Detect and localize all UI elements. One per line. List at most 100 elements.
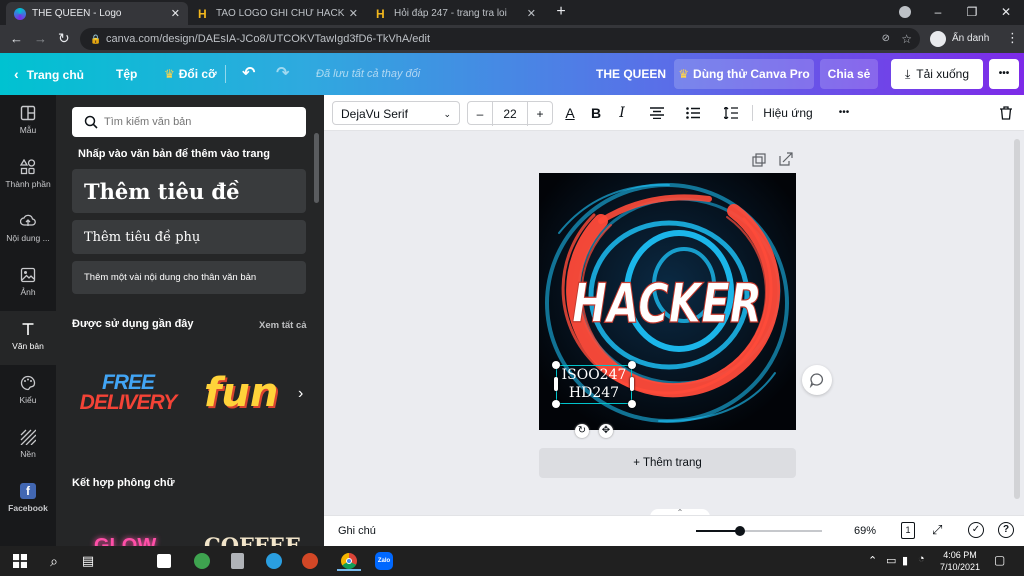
url-field[interactable]: 🔒 canva.com/design/DAEsIA-JCo8/UTCOKVTaw… (80, 28, 920, 50)
bold-button[interactable]: B (586, 101, 606, 125)
tray-battery-icon[interactable]: ▮ (902, 554, 908, 567)
rail-item-text[interactable]: Văn bản (0, 311, 56, 365)
rail-item-elements[interactable]: Thành phần (0, 149, 56, 203)
resize-button[interactable]: ♛ Đổi cỡ (164, 53, 217, 95)
chevron-right-icon[interactable]: › (298, 385, 303, 403)
browser-tab-active[interactable]: THE QUEEN - Logo ✕ (6, 2, 188, 25)
font-size-input[interactable]: 22 (492, 102, 528, 126)
add-body-text-button[interactable]: Thêm một vài nội dung cho thân văn bản (72, 261, 306, 294)
delete-icon[interactable] (996, 101, 1016, 125)
forward-icon[interactable]: → (34, 31, 47, 46)
download-button[interactable]: ⤓ Tải xuống (891, 59, 983, 89)
combo-glow[interactable]: GLOW (94, 535, 156, 546)
resize-handle[interactable] (552, 361, 560, 369)
redo-icon[interactable]: ↷ (276, 53, 289, 95)
increase-size-button[interactable]: + (528, 102, 552, 126)
rail-item-styles[interactable]: Kiểu (0, 365, 56, 419)
notifications-icon[interactable]: ▢ (994, 553, 1005, 567)
browser-menu-icon[interactable]: ⋮ (1006, 30, 1019, 46)
reload-icon[interactable]: ↻ (58, 30, 70, 47)
rail-item-facebook[interactable]: f Facebook (0, 473, 56, 527)
resize-handle[interactable] (628, 400, 636, 408)
browser-tab[interactable]: H Hỏi đáp 247 - trang tra loi ✕ (368, 2, 544, 25)
rotate-handle-icon[interactable]: ↻ (575, 424, 589, 438)
recent-text-style-fun[interactable]: fun (204, 370, 278, 416)
check-icon[interactable]: ✓ (968, 522, 984, 538)
search-icon[interactable]: ⌕ (44, 551, 64, 571)
more-options-button[interactable]: ••• (989, 59, 1019, 89)
close-window-button[interactable]: ✕ (996, 4, 1016, 20)
close-tab-icon[interactable]: ✕ (349, 7, 358, 20)
add-subheading-button[interactable]: Thêm tiêu đề phụ (72, 220, 306, 254)
task-view-icon[interactable]: ▤ (78, 551, 98, 571)
windows-start-icon[interactable] (10, 551, 30, 571)
tab-search-icon[interactable] (895, 4, 915, 20)
close-tab-icon[interactable]: ✕ (171, 7, 180, 20)
tray-wifi-icon[interactable]: ◔ (918, 553, 925, 565)
tray-chevron-icon[interactable]: ⌃ (868, 554, 877, 567)
try-pro-button[interactable]: ♛ Dùng thử Canva Pro (674, 59, 814, 89)
browser-tab[interactable]: H TAO LOGO GHI CHỮ HACKER KC ✕ (190, 2, 366, 25)
powerpoint-icon[interactable] (300, 551, 320, 571)
effects-button[interactable]: Hiệu ứng (758, 101, 818, 125)
resize-handle[interactable] (552, 400, 560, 408)
rail-item-uploads[interactable]: Nội dung ... (0, 203, 56, 257)
calculator-icon[interactable] (228, 551, 248, 571)
camera-off-icon[interactable]: ⊘ (882, 28, 890, 50)
panel-scrollbar[interactable] (314, 133, 319, 203)
italic-button[interactable]: I (612, 101, 632, 125)
search-input[interactable] (104, 113, 294, 131)
design-title[interactable]: THE QUEEN (596, 53, 666, 95)
search-box[interactable] (72, 107, 306, 137)
combo-coffee[interactable]: COFFEE (204, 533, 301, 546)
text-color-button[interactable]: A (560, 101, 580, 125)
help-button[interactable]: ? (998, 522, 1014, 538)
list-icon[interactable] (682, 101, 704, 125)
new-tab-button[interactable]: + (551, 4, 571, 20)
workspace-scrollbar[interactable] (1014, 139, 1020, 499)
selected-text-box[interactable]: ISOO247 HD247 (556, 365, 632, 404)
file-menu-button[interactable]: Tệp (116, 53, 137, 95)
spacing-icon[interactable] (720, 101, 742, 125)
share-button[interactable]: Chia sẻ (820, 59, 878, 89)
zoom-slider[interactable] (696, 526, 822, 536)
comment-button[interactable] (802, 365, 832, 395)
align-center-icon[interactable] (646, 101, 668, 125)
home-button[interactable]: ‹ Trang chủ (14, 53, 84, 95)
clock[interactable]: 4:06 PM 7/10/2021 (938, 549, 982, 573)
undo-icon[interactable]: ↶ (242, 53, 255, 95)
green-app-icon[interactable] (192, 551, 212, 571)
add-page-button[interactable]: + Thêm trang (539, 448, 796, 478)
close-tab-icon[interactable]: ✕ (527, 7, 536, 20)
add-page-icon[interactable] (779, 152, 793, 166)
see-all-link[interactable]: Xem tất cả (259, 320, 307, 331)
minimize-button[interactable]: – (928, 4, 948, 20)
side-handle[interactable] (554, 377, 558, 391)
recent-text-style-free-delivery[interactable]: FREE DELIVERY (78, 372, 178, 413)
restore-button[interactable]: ❐ (962, 4, 982, 20)
side-handle[interactable] (630, 377, 634, 391)
more-tools-button[interactable]: ••• (830, 101, 858, 125)
rail-item-background[interactable]: Nền (0, 419, 56, 473)
resize-handle[interactable] (628, 361, 636, 369)
tray-device-icon[interactable]: ▭ (886, 554, 896, 567)
rail-item-templates[interactable]: Mẫu (0, 95, 56, 149)
zoom-slider-thumb[interactable] (734, 526, 745, 536)
font-family-select[interactable]: DejaVu Serif ⌄ (332, 101, 460, 125)
decrease-size-button[interactable]: – (468, 102, 492, 126)
telegram-icon[interactable] (264, 551, 284, 571)
star-icon[interactable]: ☆ (901, 28, 912, 50)
rail-item-photos[interactable]: Ảnh (0, 257, 56, 311)
back-icon[interactable]: ← (10, 31, 23, 46)
notes-button[interactable]: Ghi chú (338, 525, 376, 537)
duplicate-page-icon[interactable] (752, 153, 766, 167)
chrome-icon[interactable] (337, 551, 361, 571)
fullscreen-icon[interactable]: ⤢ (932, 522, 942, 538)
move-handle-icon[interactable]: ✥ (599, 424, 613, 438)
zalo-icon[interactable]: Zalo (374, 551, 394, 571)
add-heading-button[interactable]: Thêm tiêu đề (72, 169, 306, 213)
zoom-level[interactable]: 69% (854, 525, 876, 537)
store-icon[interactable] (154, 551, 174, 571)
page-count-button[interactable]: 1 (901, 522, 915, 539)
incognito-avatar-icon[interactable] (930, 31, 946, 47)
